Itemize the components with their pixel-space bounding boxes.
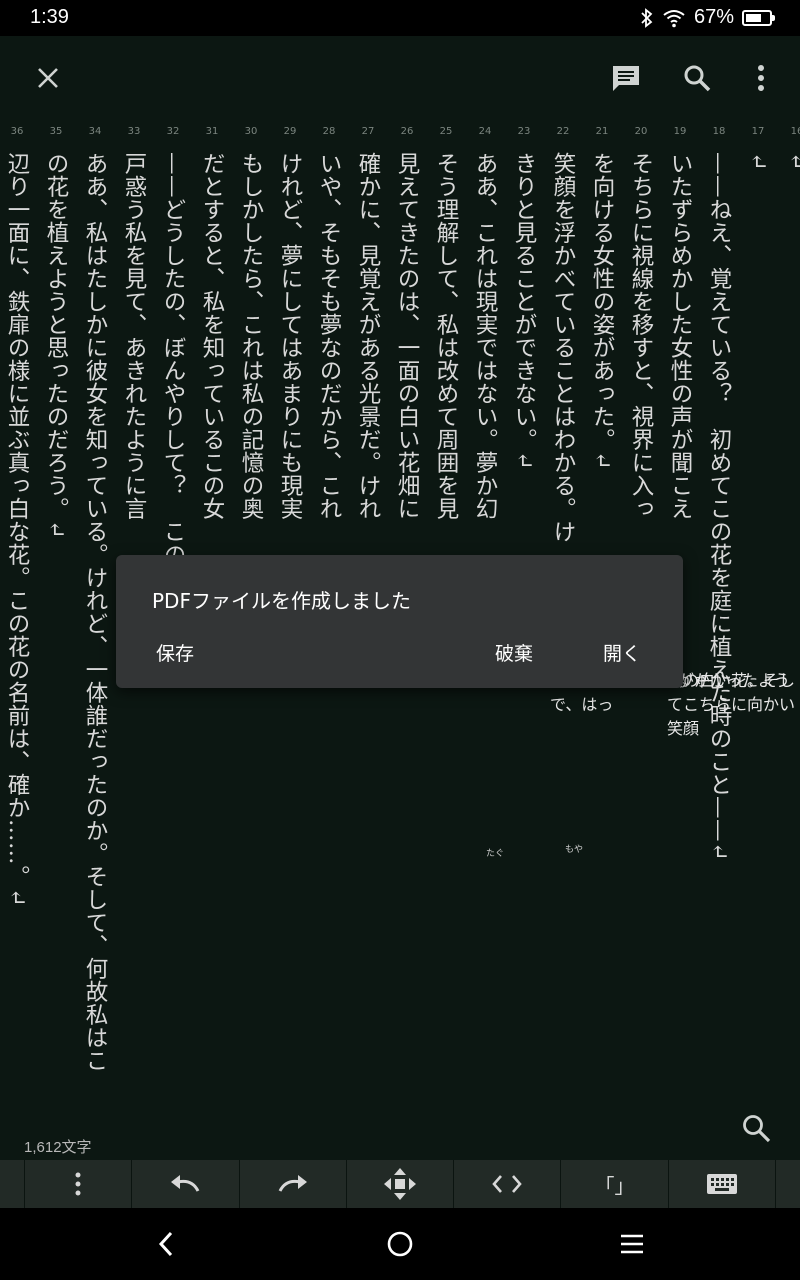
line-text: を向ける女性の姿があった。↵ bbox=[589, 152, 615, 471]
line-number: 31 bbox=[205, 126, 219, 137]
key-code-brackets[interactable] bbox=[453, 1160, 560, 1208]
line-text: けれど、夢にしてはあまりにも現実 bbox=[277, 152, 303, 520]
home-icon bbox=[387, 1231, 413, 1257]
nav-back-button[interactable] bbox=[146, 1224, 186, 1264]
comment-icon bbox=[613, 66, 639, 91]
status-time: 1:39 bbox=[30, 6, 69, 28]
line-number: 36 bbox=[10, 126, 24, 137]
line-text: だとすると、私を知っているこの女 bbox=[199, 152, 225, 520]
status-icons: 67% bbox=[640, 6, 775, 29]
editor-toolbar bbox=[0, 36, 800, 120]
keyboard-icon bbox=[706, 1174, 737, 1194]
battery-percent: 67% bbox=[693, 6, 734, 28]
line-text: ↵ bbox=[784, 152, 800, 172]
save-button[interactable]: 保存 bbox=[156, 639, 194, 666]
key-undo[interactable] bbox=[131, 1160, 238, 1208]
find-button[interactable] bbox=[740, 1112, 776, 1148]
key-redo[interactable] bbox=[238, 1160, 346, 1208]
line-number: 28 bbox=[322, 126, 336, 137]
battery-level bbox=[746, 13, 761, 22]
line-text: ああ、これは現実ではない。夢か幻 bbox=[472, 152, 498, 520]
line-number: 30 bbox=[244, 126, 258, 137]
line-number: 27 bbox=[361, 126, 375, 137]
text-line[interactable]: 35 の花を植えようと思ったのだろう。↵ bbox=[43, 122, 69, 1152]
battery-icon bbox=[742, 9, 775, 26]
keybar-edge bbox=[0, 1160, 24, 1208]
line-text: 笑顔を浮かべていることはわかる。け bbox=[550, 152, 576, 543]
ruby-reading: もや bbox=[565, 845, 584, 855]
more-vert-icon bbox=[75, 1172, 81, 1196]
close-button[interactable] bbox=[26, 56, 70, 100]
line-text: 辺り一面に、鉄扉の様に並ぶ真っ白な花。この花の名前は、確か……。↵ bbox=[4, 152, 30, 908]
bluetooth-icon bbox=[641, 7, 653, 28]
line-number: 25 bbox=[439, 126, 453, 137]
undo-icon bbox=[171, 1175, 200, 1192]
line-text: 戸惑う私を見て、あきれたように言 bbox=[121, 152, 147, 520]
line-text: の花を植えようと思ったのだろう。↵ bbox=[43, 152, 69, 540]
search-icon bbox=[743, 1115, 771, 1143]
comment-button[interactable] bbox=[604, 56, 648, 100]
line-text: ——ねえ、覚えている？ 初めてこの花を庭に植えた時のこと——↵ bbox=[706, 152, 732, 862]
nav-home-button[interactable] bbox=[380, 1224, 420, 1264]
line-number: 26 bbox=[400, 126, 414, 137]
text-line[interactable]: 18 ——ねえ、覚えている？ 初めてこの花を庭に植えた時のこと——↵ bbox=[706, 122, 732, 1152]
line-text: 確かに、見覚えがある光景だ。けれ bbox=[355, 152, 381, 520]
line-number: 21 bbox=[595, 126, 609, 137]
line-text: もしかしたら、これは私の記憶の奥 bbox=[238, 152, 264, 520]
extra-key-bar: 「」 bbox=[0, 1160, 800, 1208]
line-number: 17 bbox=[751, 126, 765, 137]
text-line[interactable]: 17 ↵ bbox=[745, 122, 771, 1152]
key-more[interactable] bbox=[24, 1160, 131, 1208]
line-text: そちらに視線を移すと、視界に入っ bbox=[628, 152, 654, 520]
char-count: 1,612文字 bbox=[24, 1139, 92, 1156]
system-nav-bar bbox=[0, 1208, 800, 1280]
close-icon bbox=[38, 68, 58, 88]
line-number: 20 bbox=[634, 126, 648, 137]
line-number: 18 bbox=[712, 126, 726, 137]
pdf-created-snackbar: PDFファイルを作成しました 保存 破棄 開く bbox=[116, 555, 683, 688]
redo-icon bbox=[278, 1175, 307, 1192]
move-cursor-icon bbox=[383, 1168, 416, 1200]
code-brackets-icon bbox=[492, 1175, 522, 1193]
line-number: 16 bbox=[790, 126, 800, 137]
line-number: 22 bbox=[556, 126, 570, 137]
line-number: 33 bbox=[127, 126, 141, 137]
line-number: 35 bbox=[49, 126, 63, 137]
line-text: いや、そもそも夢なのだから、これ bbox=[316, 152, 342, 520]
line-text: ——どうしたの、ぼんやりして？ この bbox=[160, 152, 186, 566]
line-text: 見えてきたのは、一面の白い花畑に bbox=[394, 152, 420, 520]
key-move-cursor[interactable] bbox=[345, 1160, 453, 1208]
keybar-edge bbox=[774, 1160, 800, 1208]
open-button[interactable]: 開く bbox=[603, 639, 641, 666]
status-bar: 1:39 67% bbox=[0, 0, 800, 36]
line-text: ああ、私はたしかに彼女を知っている。けれど、一体誰だったのか。そして、何故私はこ bbox=[82, 152, 108, 1072]
key-keyboard[interactable] bbox=[667, 1160, 775, 1208]
text-line[interactable]: 16 ↵ bbox=[784, 122, 800, 1152]
nav-recents-button[interactable] bbox=[612, 1224, 652, 1264]
line-text: ↵ bbox=[745, 152, 771, 172]
key-corner-brackets[interactable]: 「」 bbox=[560, 1160, 667, 1208]
line-number: 29 bbox=[283, 126, 297, 137]
snackbar-message: PDFファイルを作成しました bbox=[152, 589, 411, 613]
line-text: きりと見ることができない。↵ bbox=[511, 152, 537, 471]
text-line[interactable]: 36 辺り一面に、鉄扉の様に並ぶ真っ白な花。この花の名前は、確か……。↵ bbox=[4, 122, 30, 1152]
discard-button[interactable]: 破棄 bbox=[495, 639, 533, 666]
more-vert-icon bbox=[758, 65, 764, 91]
recents-icon bbox=[621, 1234, 643, 1254]
wifi-icon bbox=[663, 9, 685, 27]
line-text: いたずらめかした女性の声が聞こえ bbox=[667, 152, 693, 520]
text-line[interactable]: 34 ああ、私はたしかに彼女を知っている。けれど、一体誰だったのか。そして、何故私… bbox=[82, 122, 108, 1152]
line-text: そう理解して、私は改めて周囲を見 bbox=[433, 152, 459, 520]
ruby-reading: たぐ bbox=[486, 849, 505, 859]
more-options-button[interactable] bbox=[739, 56, 783, 100]
line-number: 32 bbox=[166, 126, 180, 137]
line-number: 19 bbox=[673, 126, 687, 137]
search-button[interactable] bbox=[675, 56, 719, 100]
line-number: 24 bbox=[478, 126, 492, 137]
back-icon bbox=[158, 1231, 173, 1257]
search-icon bbox=[684, 65, 711, 92]
line-number: 23 bbox=[517, 126, 531, 137]
line-number: 34 bbox=[88, 126, 102, 137]
corner-brackets-label: 「」 bbox=[594, 1173, 635, 1198]
